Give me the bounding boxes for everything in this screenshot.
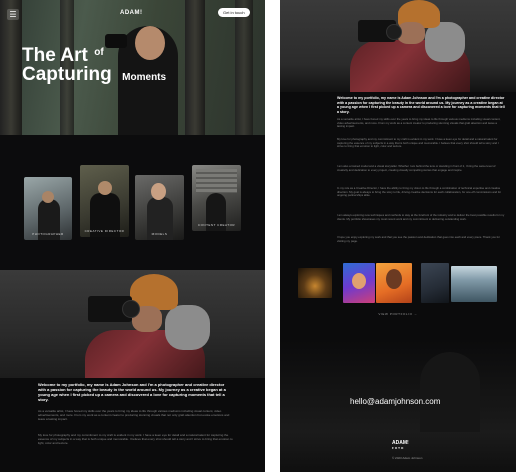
category-label: PHOTOGRAPHER xyxy=(32,232,64,236)
category-card-models[interactable]: MODELS xyxy=(135,175,184,240)
footer-logo[interactable]: ADAM! FOTO xyxy=(392,441,409,451)
tree-trunk xyxy=(0,0,22,135)
footer-logo-line2: FOTO xyxy=(392,446,405,450)
card-shutters xyxy=(196,169,237,193)
hero-section: ☰ ADAM! Get in touch The Art of Capturin… xyxy=(0,0,265,135)
intro-paragraph: I hope you enjoy exploring my work and t… xyxy=(337,235,500,243)
intro-paragraph: As a versatile artist, I have honed my s… xyxy=(38,409,230,421)
page-preview-top: ☰ ADAM! Get in touch The Art of Capturin… xyxy=(0,0,265,472)
intro-lead: Welcome to my portfolio, my name is Adam… xyxy=(38,382,226,402)
intro-paragraph: I am always exploring new techniques and… xyxy=(337,213,505,221)
card-figure-head xyxy=(98,181,112,195)
page-preview-bottom: Welcome to my portfolio, my name is Adam… xyxy=(280,0,516,472)
gallery-thumbnail[interactable] xyxy=(376,263,412,303)
menu-icon[interactable]: ☰ xyxy=(7,9,19,20)
hero-title: The Art of Capturing Moments xyxy=(22,46,166,84)
intro-paragraph: In my role as a Creative Director, I hav… xyxy=(337,186,502,198)
category-card-creative-director[interactable]: CREATIVE DIRECTOR xyxy=(80,165,129,237)
intro-paragraph: My love for photography and my commitmen… xyxy=(337,137,499,149)
gallery-thumbnail[interactable] xyxy=(451,266,497,302)
tree-trunk xyxy=(185,0,205,135)
gallery-face xyxy=(352,273,366,289)
card-figure-head xyxy=(42,191,54,203)
camera-lens xyxy=(122,300,140,318)
person-hood xyxy=(425,22,465,62)
hero-title-of: of xyxy=(94,47,104,58)
contact-email-link[interactable]: hello@adamjohnson.com xyxy=(350,397,440,406)
footer: hello@adamjohnson.com ADAM! FOTO © 2023 … xyxy=(280,340,516,472)
site-logo[interactable]: ADAM! xyxy=(120,10,143,16)
intro-paragraph: As a versatile artist, I have honed my s… xyxy=(337,117,501,129)
intro-paragraph: I am also a trained model and a visual s… xyxy=(337,164,496,172)
category-label: CREATIVE DIRECTOR xyxy=(84,229,125,233)
about-photo xyxy=(0,270,265,378)
tree-trunk xyxy=(235,0,253,135)
footer-figure xyxy=(420,352,480,432)
about-photo xyxy=(280,0,516,92)
intro-lead: Welcome to my portfolio, my name is Adam… xyxy=(337,96,505,114)
category-card-photographer[interactable]: PHOTOGRAPHER xyxy=(24,177,72,240)
camera-lens xyxy=(386,24,402,40)
categories-section: PHOTOGRAPHER CREATIVE DIRECTOR MODELS CO… xyxy=(0,135,265,270)
gallery-thumbnail[interactable] xyxy=(343,263,375,303)
hero-title-line3: Moments xyxy=(122,72,167,83)
gallery-face xyxy=(386,269,402,289)
intro-paragraph: My love for photography and my commitmen… xyxy=(38,433,233,445)
gallery-thumbnail[interactable] xyxy=(421,263,449,303)
category-label: MODELS xyxy=(151,232,168,236)
get-in-touch-button[interactable]: Get in touch xyxy=(218,8,250,17)
card-figure-head xyxy=(151,183,166,200)
hero-title-line1: The Art xyxy=(22,45,88,66)
copyright-text: © 2023 Adam Johnson xyxy=(392,456,423,460)
gallery-thumbnail[interactable] xyxy=(298,268,332,298)
category-label: CONTENT CREATOR xyxy=(197,223,236,227)
about-text: Welcome to my portfolio, my name is Adam… xyxy=(280,92,516,262)
hero-title-line2: Capturing xyxy=(22,64,112,85)
person-hood xyxy=(165,305,210,350)
view-portfolio-link[interactable]: VIEW PORTFOLIO → xyxy=(280,312,516,316)
category-card-content-creator[interactable]: CONTENT CREATOR xyxy=(192,165,241,231)
about-text: Welcome to my portfolio, my name is Adam… xyxy=(0,378,265,472)
